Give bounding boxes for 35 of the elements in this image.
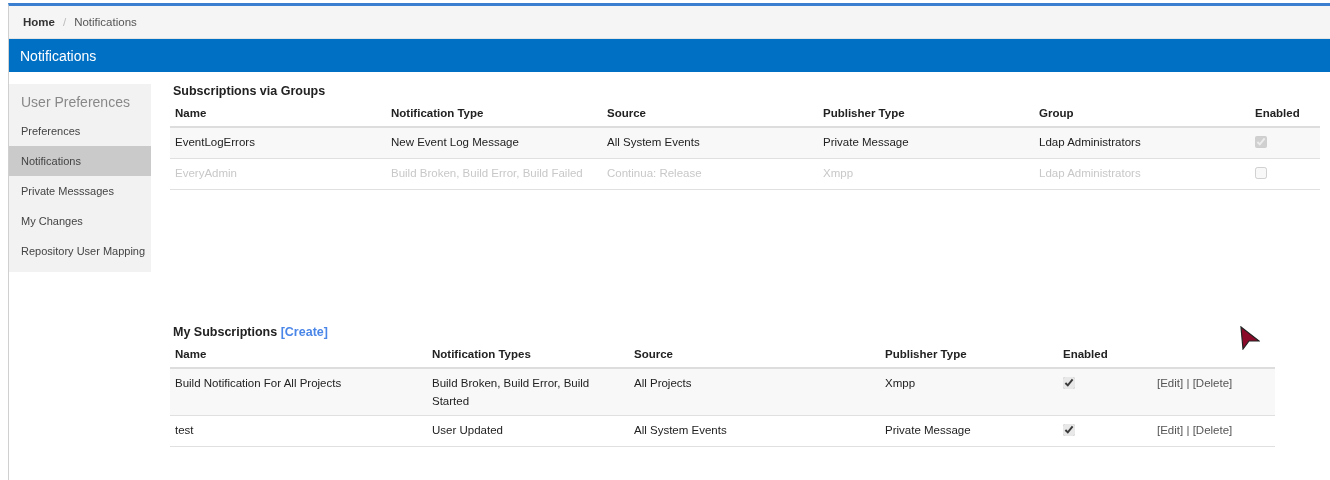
table-cell: test	[170, 415, 427, 447]
sidebar-item[interactable]: Preferences	[9, 116, 151, 146]
sidebar-title: User Preferences	[20, 94, 131, 112]
table-cell: All System Events	[602, 127, 818, 159]
mouse-pointer-icon	[1240, 326, 1260, 350]
create-link[interactable]: [Create]	[280, 325, 328, 339]
breadcrumb-separator: /	[62, 16, 67, 28]
edit-link[interactable]: [Edit]	[1157, 424, 1184, 436]
delete-link[interactable]: [Delete]	[1192, 377, 1233, 389]
action-separator: |	[1186, 377, 1190, 389]
breadcrumb-current: Notifications	[74, 16, 137, 28]
table-cell: Private Message	[818, 127, 1034, 159]
table-cell: All System Events	[629, 415, 880, 447]
breadcrumb-link[interactable]: Home	[23, 16, 55, 28]
sidebar-item[interactable]: Notifications	[9, 146, 151, 176]
action-separator: |	[1186, 424, 1190, 436]
sidebar-item[interactable]: Private Messsages	[9, 176, 151, 206]
table-cell: New Event Log Message	[386, 127, 602, 159]
section-title: My Subscriptions	[173, 325, 278, 339]
page-title: Notifications	[20, 47, 97, 64]
enabled-checkbox[interactable]	[1063, 424, 1075, 436]
table-cell: Private Message	[880, 415, 1058, 447]
table-cell: Xmpp	[880, 368, 1058, 416]
section-title: Subscriptions via Groups	[172, 84, 327, 100]
table-cell: All Projects	[629, 368, 880, 416]
enabled-checkbox[interactable]	[1063, 377, 1075, 389]
table-cell: Ldap Administrators	[1034, 127, 1250, 159]
table-cell: Build Broken, Build Error, Build Started	[427, 368, 629, 416]
delete-link[interactable]: [Delete]	[1192, 424, 1233, 436]
table-cell: EventLogErrors	[170, 127, 386, 159]
table-cell: User Updated	[427, 415, 629, 447]
table-cell: Build Notification For All Projects	[170, 368, 427, 416]
sidebar-item[interactable]: Repository User Mapping	[9, 236, 151, 266]
edit-link[interactable]: [Edit]	[1157, 377, 1184, 389]
sidebar-item[interactable]: My Changes	[9, 206, 151, 236]
